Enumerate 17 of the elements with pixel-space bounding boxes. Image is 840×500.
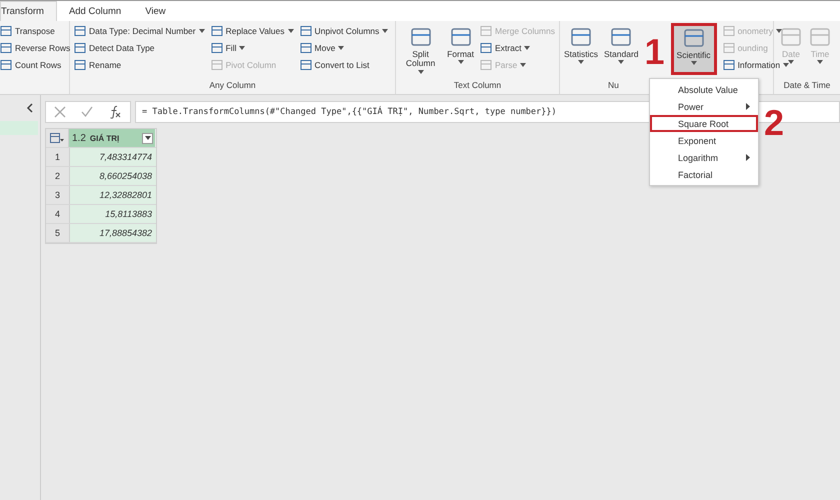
table-cell: 7,483314774 — [70, 148, 156, 166]
table-cell: 8,660254038 — [70, 167, 156, 185]
group-label: Date & Time — [784, 80, 830, 90]
row-number: 1 — [46, 148, 70, 166]
row-number: 2 — [46, 167, 70, 185]
type-label: 1.2 — [72, 132, 86, 144]
row-number: 3 — [46, 186, 70, 204]
table-cell: 17,88854382 — [70, 224, 156, 242]
column-name: GIÁ TRỊ — [90, 134, 120, 142]
table-cell: 12,32882801 — [70, 186, 156, 204]
row-number: 4 — [46, 205, 70, 223]
group-label: Text Column — [454, 80, 502, 90]
step-number: 1 — [644, 34, 665, 70]
row-number: 5 — [46, 224, 70, 242]
table-cell: 15,8113883 — [70, 205, 156, 223]
group-label: Nu — [608, 80, 619, 90]
group-label: Any Column — [209, 80, 256, 90]
